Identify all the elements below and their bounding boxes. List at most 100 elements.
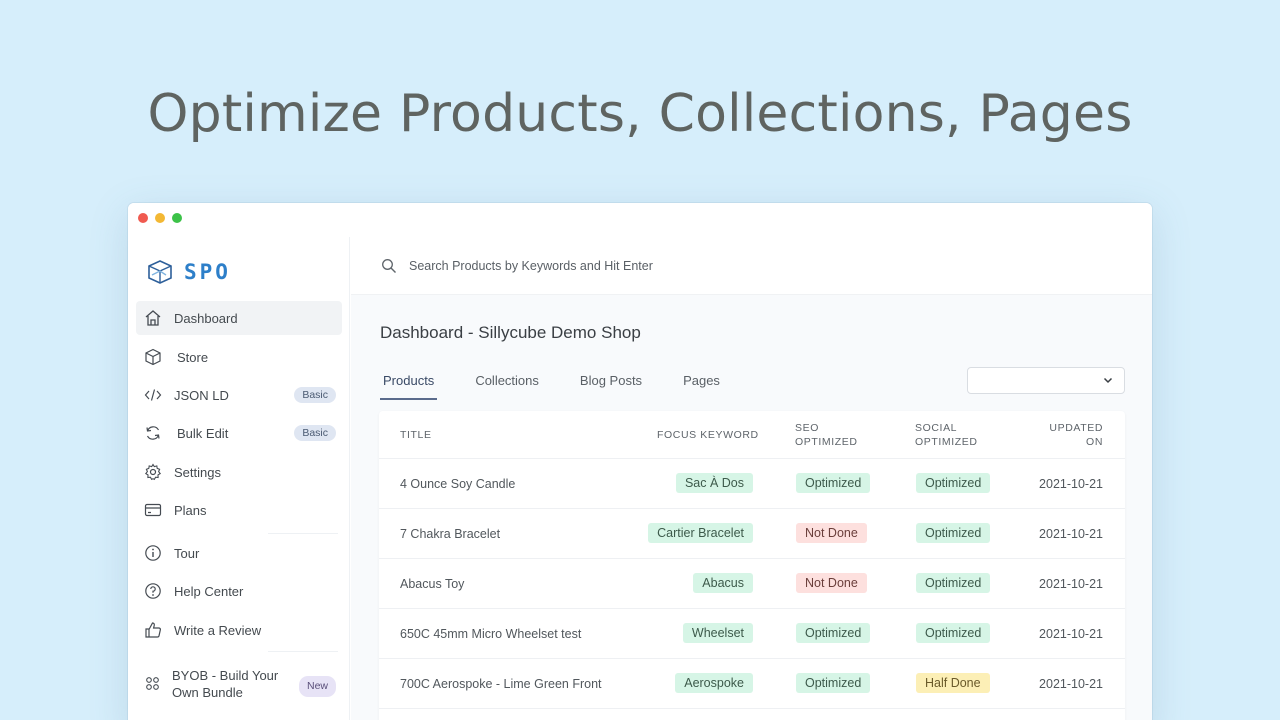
refresh-icon xyxy=(144,424,162,442)
seo-status-badge: Not Done xyxy=(796,523,867,543)
table-row[interactable]: 650C 45mm Micro Wheelset test Wheelset Opt… xyxy=(379,609,1125,659)
sidebar-item-label: Plans xyxy=(174,502,207,518)
cube-logo-icon xyxy=(148,260,172,284)
product-title[interactable]: 700C Aerospoke - Lime Green Front xyxy=(400,677,602,691)
sidebar-item-plans[interactable]: Plans xyxy=(136,493,342,527)
sidebar-item-label-line1: BYOB - Build Your xyxy=(172,668,279,683)
product-title[interactable]: 7 Chakra Bracelet xyxy=(400,527,500,541)
social-status-badge: Optimized xyxy=(916,473,991,493)
focus-keyword-badge: Cartier Bracelet xyxy=(648,523,753,543)
sidebar-item-settings[interactable]: Settings xyxy=(136,455,342,489)
search-icon xyxy=(382,258,396,273)
sidebar-item-dashboard[interactable]: Dashboard xyxy=(136,301,342,335)
sidebar: SPO Dashboard Store JSON LD Basic Bulk E… xyxy=(128,237,350,720)
home-icon xyxy=(144,309,162,327)
sidebar-item-label: Dashboard xyxy=(174,310,238,326)
filter-select[interactable] xyxy=(967,367,1125,394)
social-status-badge: Optimized xyxy=(916,523,991,543)
sidebar-item-bulk-edit[interactable]: Bulk Edit Basic xyxy=(136,416,342,450)
code-icon xyxy=(144,386,162,404)
new-badge: New xyxy=(298,676,336,697)
headline: Optimize Products, Collections, Pages xyxy=(147,84,1133,144)
column-header-line: SOCIAL xyxy=(915,422,958,434)
social-status-badge: Half Done xyxy=(916,673,990,693)
sidebar-item-byob[interactable]: BYOB - Build Your Own Bundle New xyxy=(136,664,342,704)
updated-date: 2021-10-21 xyxy=(1039,677,1103,691)
products-table: TITLE FOCUS KEYWORD SEO OPTIMIZED SOCIAL… xyxy=(379,411,1125,720)
plan-badge: Basic xyxy=(294,425,336,441)
close-window-button[interactable] xyxy=(138,213,148,223)
table-row[interactable]: 700C Aerospoke - Lime Green Front Aerospo… xyxy=(379,659,1125,709)
sidebar-item-store[interactable]: Store xyxy=(136,340,342,374)
column-header-line: UPDATED xyxy=(1049,422,1103,434)
focus-keyword-badge: Sac À Dos xyxy=(675,473,753,493)
product-title[interactable]: Abacus Toy xyxy=(400,577,464,591)
content-tabs: Products Collections Blog Posts Pages xyxy=(380,365,758,400)
column-header-line: ON xyxy=(1086,436,1103,448)
column-header-line: OPTIMIZED xyxy=(915,436,978,448)
grid-icon xyxy=(144,675,162,693)
sidebar-item-label: Help Center xyxy=(174,583,244,599)
minimize-window-button[interactable] xyxy=(155,213,165,223)
help-icon xyxy=(144,582,162,600)
tab-collections[interactable]: Collections xyxy=(472,365,542,400)
column-header-line: SEO xyxy=(795,422,819,434)
seo-status-badge: Optimized xyxy=(796,623,871,643)
maximize-window-button[interactable] xyxy=(172,213,182,223)
sidebar-item-json-ld[interactable]: JSON LD Basic xyxy=(136,378,342,412)
logo-text: SPO xyxy=(184,260,231,284)
updated-date: 2021-10-21 xyxy=(1039,477,1103,491)
sidebar-item-label: Settings xyxy=(174,464,221,480)
sidebar-item-label: BYOB - Build Your Own Bundle xyxy=(172,667,278,701)
column-header-focus-keyword[interactable]: FOCUS KEYWORD xyxy=(657,428,759,442)
product-title[interactable]: 4 Ounce Soy Candle xyxy=(400,477,515,491)
tab-pages[interactable]: Pages xyxy=(680,365,723,400)
sidebar-item-label: Write a Review xyxy=(174,622,262,638)
plan-badge: Basic xyxy=(294,387,336,403)
main-content: Dashboard - Sillycube Demo Shop Products… xyxy=(351,237,1152,720)
sidebar-divider xyxy=(268,651,338,652)
chevron-down-icon xyxy=(1103,377,1113,384)
seo-status-badge: Not Done xyxy=(796,573,867,593)
search-bar xyxy=(351,237,1152,295)
column-header-seo-optimized[interactable]: SEO OPTIMIZED xyxy=(795,421,858,449)
sidebar-item-write-review[interactable]: Write a Review xyxy=(136,613,342,647)
focus-keyword-badge: Aerospoke xyxy=(675,673,753,693)
gear-icon xyxy=(144,463,162,481)
column-header-title[interactable]: TITLE xyxy=(400,428,432,442)
table-row[interactable]: Abacus Toy Abacus Not Done Optimized 2021-10… xyxy=(379,559,1125,609)
updated-date: 2021-10-21 xyxy=(1039,577,1103,591)
sidebar-item-label: JSON LD xyxy=(174,387,229,403)
focus-keyword-badge: Abacus xyxy=(693,573,753,593)
table-header: TITLE FOCUS KEYWORD SEO OPTIMIZED SOCIAL… xyxy=(379,411,1125,459)
sidebar-item-help-center[interactable]: Help Center xyxy=(136,574,342,608)
sidebar-item-label: Bulk Edit xyxy=(177,425,229,441)
column-header-updated-on[interactable]: UPDATED ON xyxy=(1049,421,1103,449)
app-logo[interactable]: SPO xyxy=(146,257,231,287)
app-window: SPO Dashboard Store JSON LD Basic Bulk E… xyxy=(128,203,1152,720)
product-title[interactable]: 650C 45mm Micro Wheelset test xyxy=(400,627,581,641)
table-body: 4 Ounce Soy Candle Sac À Dos Optimized Opti… xyxy=(379,459,1125,709)
column-header-line: OPTIMIZED xyxy=(795,436,858,448)
sidebar-item-label: Tour xyxy=(174,545,200,561)
updated-date: 2021-10-21 xyxy=(1039,627,1103,641)
seo-status-badge: Optimized xyxy=(796,673,871,693)
info-icon xyxy=(144,544,162,562)
tab-products[interactable]: Products xyxy=(380,365,438,400)
sidebar-item-label: Store xyxy=(177,349,209,365)
tab-blog-posts[interactable]: Blog Posts xyxy=(577,365,645,400)
thumbs-up-icon xyxy=(144,621,162,639)
column-header-social-optimized[interactable]: SOCIAL OPTIMIZED xyxy=(915,421,978,449)
focus-keyword-badge: Wheelset xyxy=(682,623,753,643)
updated-date: 2021-10-21 xyxy=(1039,527,1103,541)
page-title: Dashboard - Sillycube Demo Shop xyxy=(380,323,641,342)
table-row[interactable]: 7 Chakra Bracelet Cartier Bracelet Not Don… xyxy=(379,509,1125,559)
seo-status-badge: Optimized xyxy=(796,473,871,493)
social-status-badge: Optimized xyxy=(916,573,991,593)
window-titlebar xyxy=(128,203,1152,237)
card-icon xyxy=(144,501,162,519)
box-icon xyxy=(144,348,162,366)
sidebar-item-tour[interactable]: Tour xyxy=(136,536,342,570)
table-row[interactable]: 4 Ounce Soy Candle Sac À Dos Optimized Opti… xyxy=(379,459,1125,509)
search-input[interactable] xyxy=(409,258,809,273)
